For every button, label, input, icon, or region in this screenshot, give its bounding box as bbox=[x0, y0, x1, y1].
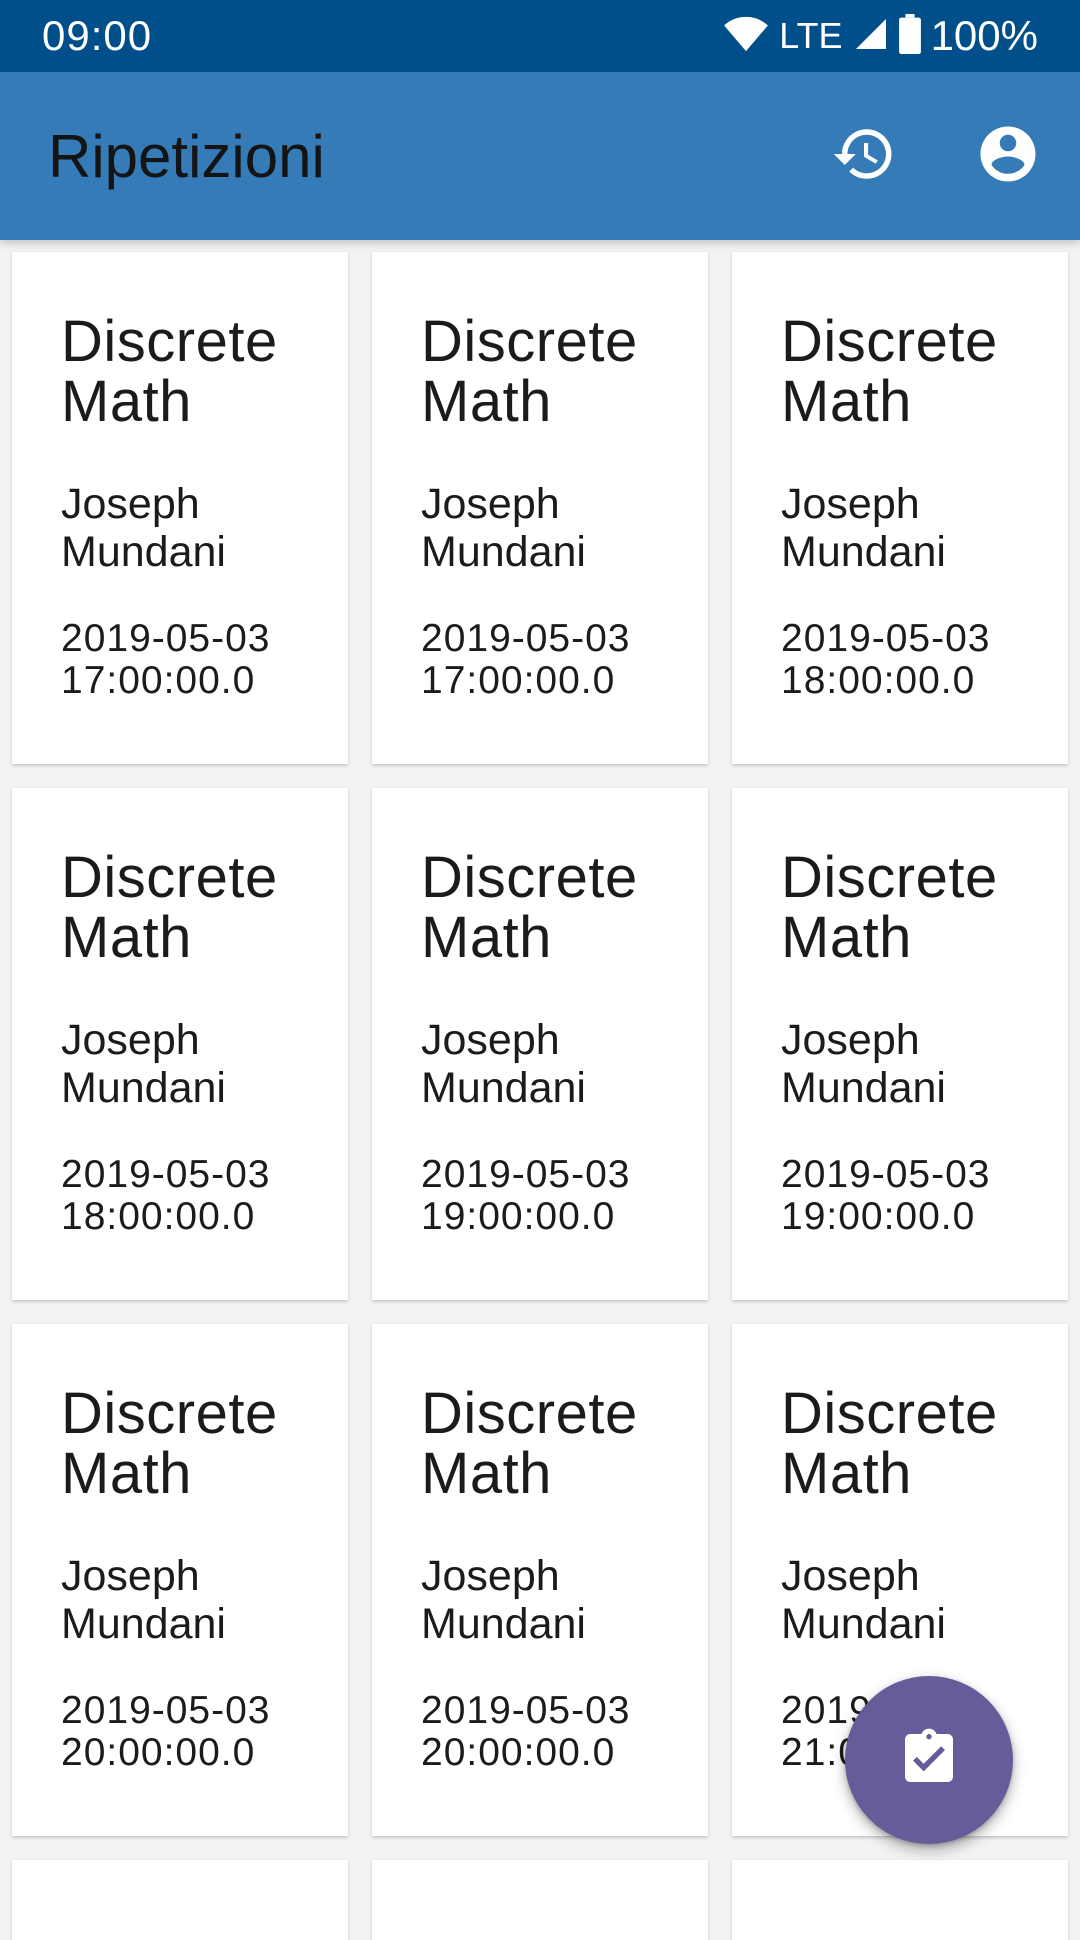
lesson-card[interactable]: Discrete Math Joseph Mundani 2019-05-03 … bbox=[372, 252, 708, 764]
history-icon bbox=[831, 121, 897, 192]
course-name: Discrete Math bbox=[421, 1381, 638, 1506]
course-name: Discrete Math bbox=[61, 845, 278, 970]
teacher-name: Joseph Mundani bbox=[781, 480, 946, 576]
wifi-icon bbox=[723, 15, 769, 58]
teacher-name: Joseph Mundani bbox=[421, 1552, 586, 1648]
course-name: Discrete Math bbox=[61, 1381, 278, 1506]
lesson-datetime: 2019-05-03 20:00:00.0 bbox=[61, 1689, 271, 1774]
teacher-name: Joseph Mundani bbox=[421, 480, 586, 576]
history-button[interactable] bbox=[822, 114, 906, 198]
battery-icon bbox=[898, 13, 921, 59]
teacher-name: Joseph Mundani bbox=[781, 1016, 946, 1112]
lesson-datetime: 2019-05-03 19:00:00.0 bbox=[781, 1153, 991, 1238]
lesson-card[interactable]: Discrete Math Joseph Mundani 2019-05-03 … bbox=[732, 788, 1068, 1300]
book-lesson-fab[interactable] bbox=[845, 1676, 1013, 1844]
lesson-card[interactable]: Discrete Math Joseph Mundani 2019-05-03 … bbox=[372, 788, 708, 1300]
lesson-card[interactable]: Discrete Math Joseph Mundani 2019-05-03 … bbox=[372, 1324, 708, 1836]
lesson-card[interactable]: Discrete Math Joseph Mundani 2019-05-03 … bbox=[12, 788, 348, 1300]
lesson-datetime: 2019-05-03 19:00:00.0 bbox=[421, 1153, 631, 1238]
account-circle-icon bbox=[975, 121, 1041, 192]
signal-icon bbox=[853, 16, 889, 57]
status-time: 09:00 bbox=[42, 12, 153, 59]
teacher-name: Joseph Mundani bbox=[781, 1552, 946, 1648]
battery-percent: 100% bbox=[930, 12, 1038, 59]
lesson-datetime: 2019-05-03 17:00:00.0 bbox=[61, 617, 271, 702]
course-name: Discrete Math bbox=[781, 309, 998, 434]
course-name: Discrete Math bbox=[781, 845, 998, 970]
lesson-datetime: 2019-05-03 18:00:00.0 bbox=[61, 1153, 271, 1238]
course-name: Discrete Math bbox=[781, 1381, 998, 1506]
lesson-card[interactable] bbox=[732, 1860, 1068, 1940]
status-bar: 09:00 LTE 100% bbox=[0, 0, 1080, 72]
teacher-name: Joseph Mundani bbox=[61, 1016, 226, 1112]
lesson-card[interactable] bbox=[12, 1860, 348, 1940]
teacher-name: Joseph Mundani bbox=[421, 1016, 586, 1112]
network-type: LTE bbox=[779, 15, 843, 56]
lesson-datetime: 2019-05-03 20:00:00.0 bbox=[421, 1689, 631, 1774]
assignment-turned-in-icon bbox=[897, 1726, 961, 1795]
course-name: Discrete Math bbox=[421, 309, 638, 434]
teacher-name: Joseph Mundani bbox=[61, 480, 226, 576]
course-name: Discrete Math bbox=[61, 309, 278, 434]
status-indicators: LTE 100% bbox=[723, 12, 1038, 60]
lesson-card[interactable]: Discrete Math Joseph Mundani 2019-05-03 … bbox=[12, 252, 348, 764]
teacher-name: Joseph Mundani bbox=[61, 1552, 226, 1648]
lesson-datetime: 2019-05-03 18:00:00.0 bbox=[781, 617, 991, 702]
account-button[interactable] bbox=[966, 114, 1050, 198]
app-bar: Ripetizioni bbox=[0, 72, 1080, 240]
lesson-card[interactable]: Discrete Math Joseph Mundani 2019-05-03 … bbox=[12, 1324, 348, 1836]
page-title: Ripetizioni bbox=[48, 123, 325, 190]
lesson-card[interactable]: Discrete Math Joseph Mundani 2019-05-03 … bbox=[732, 252, 1068, 764]
lesson-datetime: 2019-05-03 17:00:00.0 bbox=[421, 617, 631, 702]
lesson-card[interactable] bbox=[372, 1860, 708, 1940]
course-name: Discrete Math bbox=[421, 845, 638, 970]
